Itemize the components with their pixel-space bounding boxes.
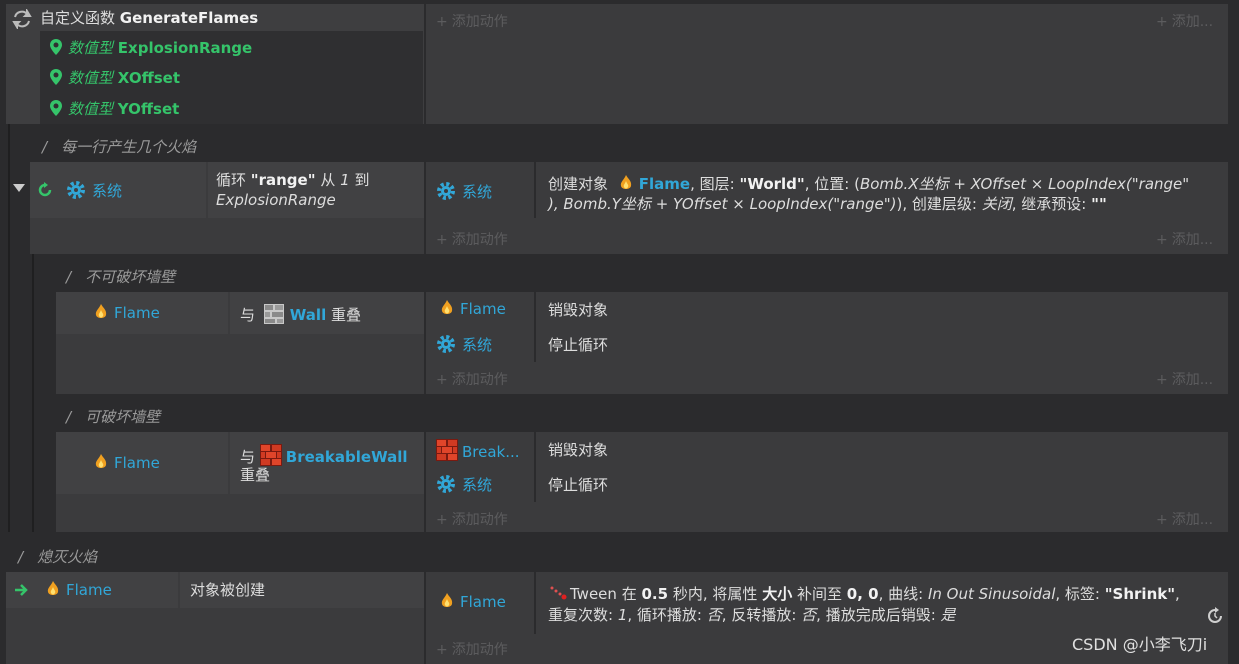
brick-icon	[259, 444, 282, 466]
action-object: 系统	[436, 334, 492, 355]
add-action-button[interactable]: + 添加动作	[436, 639, 508, 659]
history-icon[interactable]	[1205, 606, 1225, 630]
param-type: 数值型	[68, 69, 114, 87]
comment-row[interactable]: / 每一行产生几个火焰	[42, 136, 196, 157]
comment-row[interactable]: / 熄灭火焰	[18, 546, 97, 567]
gear-icon	[437, 182, 455, 200]
gear-icon	[437, 475, 455, 493]
param-type: 数值型	[68, 39, 114, 57]
condition-object: Flame	[94, 303, 160, 323]
loop-condition-end: ExplosionRange	[216, 191, 336, 209]
function-name: GenerateFlames	[119, 9, 259, 27]
pin-icon	[50, 69, 62, 85]
loop-condition-text: 循环 "range" 从 1 到	[216, 171, 370, 189]
action-separator	[534, 572, 536, 634]
gear-icon	[437, 335, 455, 353]
refresh-icon	[12, 7, 32, 33]
flame-icon	[441, 300, 453, 314]
created-condition-text: 对象被创建	[190, 581, 266, 599]
function-separator	[424, 4, 426, 124]
flame-icon	[95, 454, 107, 468]
action-separator	[534, 292, 536, 362]
tween-icon	[550, 586, 567, 600]
param-type: 数值型	[68, 100, 114, 118]
param-name: ExplosionRange	[117, 39, 253, 57]
destroy-action[interactable]: 销毁对象	[548, 440, 608, 460]
tween-action-line2: 重复次数: 1, 循环播放: 否, 反转播放: 否, 播放完成后销毁: 是	[548, 606, 956, 624]
flame-icon	[47, 581, 59, 595]
watermark: CSDN @小李飞刀i	[1072, 635, 1208, 654]
add-action-button[interactable]: + 添加动作	[436, 229, 508, 249]
destroy-action[interactable]: 销毁对象	[548, 300, 608, 320]
tree-line	[32, 250, 34, 532]
trigger-arrow-icon	[14, 583, 30, 601]
function-keyword: 自定义函数	[40, 9, 116, 27]
add-action-button[interactable]: + 添加...	[1156, 509, 1213, 529]
function-title: 自定义函数 GenerateFlames	[40, 8, 258, 28]
comment-row[interactable]: / 不可破坏墙壁	[66, 266, 175, 287]
add-action-button[interactable]: + 添加...	[1156, 11, 1213, 31]
tween-action[interactable]: Tween 在 0.5 秒内, 将属性 大小 补间至 0, 0, 曲线: In …	[548, 584, 1180, 604]
create-object-action-line2: ), Bomb.Y坐标 + YOffset × LoopIndex("range…	[548, 195, 1107, 213]
action-object: 系统	[436, 181, 492, 202]
add-action-button[interactable]: + 添加...	[1156, 229, 1213, 249]
create-object-action[interactable]: 创建对象 Flame, 图层: "World", 位置: (Bomb.X坐标 +…	[548, 174, 1189, 194]
event-separator	[424, 572, 426, 664]
stop-loop-action[interactable]: 停止循环	[548, 335, 608, 355]
param-row[interactable]: 数值型 YOffset	[50, 99, 179, 119]
param-name: XOffset	[117, 69, 181, 87]
condition-object: Flame	[94, 453, 160, 473]
flame-icon	[620, 175, 631, 189]
event-separator	[424, 292, 426, 394]
event-separator	[424, 162, 426, 254]
action-object: 系统	[436, 474, 492, 495]
action-object: Flame	[440, 299, 506, 319]
pin-icon	[50, 39, 62, 55]
param-name: YOffset	[117, 100, 180, 118]
brick-icon	[436, 439, 458, 461]
add-action-button[interactable]: + 添加动作	[436, 11, 508, 31]
stop-loop-action[interactable]: 停止循环	[548, 475, 608, 495]
overlap-condition-text: 与 BreakableWall	[240, 444, 408, 467]
comment-row[interactable]: / 可破坏墙壁	[66, 406, 160, 427]
add-action-button[interactable]: + 添加...	[1156, 369, 1213, 389]
loop-icon	[36, 181, 54, 203]
flame-icon	[95, 304, 107, 318]
overlap-condition-text: 与 Wall 重叠	[240, 304, 362, 324]
action-separator	[534, 432, 536, 502]
action-object: Break...	[436, 439, 520, 462]
event-separator	[424, 432, 426, 532]
gear-icon	[67, 181, 85, 199]
param-row[interactable]: 数值型 ExplosionRange	[50, 38, 252, 58]
action-separator	[534, 162, 536, 218]
action-object: Flame	[440, 592, 506, 612]
add-action-button[interactable]: + 添加动作	[436, 509, 508, 529]
pin-icon	[50, 100, 62, 116]
system-object: 系统	[66, 180, 122, 201]
overlap-condition-text-line2: 重叠	[240, 466, 271, 484]
tree-line	[8, 124, 10, 532]
condition-object: Flame	[46, 580, 112, 600]
wall-icon	[263, 304, 284, 324]
param-row[interactable]: 数值型 XOffset	[50, 68, 180, 88]
add-action-button[interactable]: + 添加动作	[436, 369, 508, 389]
flame-icon	[441, 593, 453, 607]
collapse-arrow-icon[interactable]	[13, 184, 25, 192]
